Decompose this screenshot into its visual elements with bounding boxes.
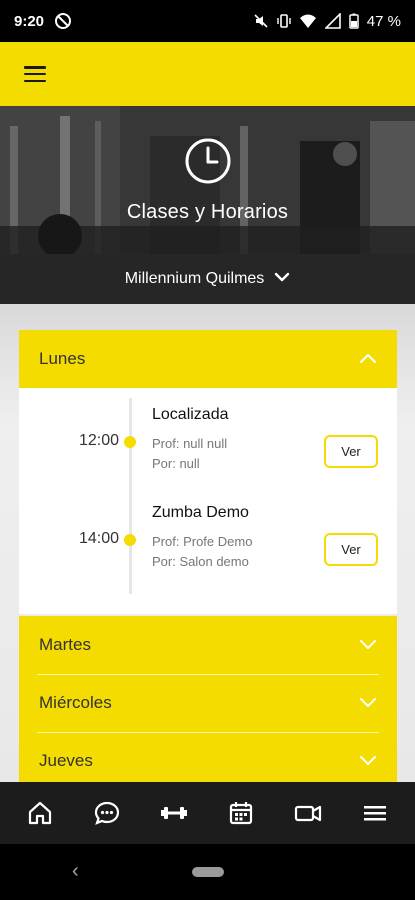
no-disturb-icon bbox=[54, 12, 72, 30]
class-professor: Prof: null null bbox=[152, 436, 228, 451]
app-header bbox=[0, 42, 415, 106]
menu-button[interactable] bbox=[24, 66, 46, 82]
class-item: 14:00 Zumba Demo Prof: Profe Demo Por: S… bbox=[19, 502, 397, 592]
class-name: Zumba Demo bbox=[152, 504, 249, 521]
hero-banner: Clases y Horarios bbox=[0, 106, 415, 254]
clock-icon bbox=[183, 136, 233, 191]
dumbbell-icon[interactable] bbox=[154, 793, 194, 833]
chevron-down-icon bbox=[359, 635, 377, 655]
day-header-miercoles[interactable]: Miércoles bbox=[19, 674, 397, 732]
calendar-icon[interactable] bbox=[221, 793, 261, 833]
home-pill[interactable] bbox=[191, 867, 224, 877]
system-nav-bar: ‹ bbox=[0, 844, 415, 900]
wifi-icon bbox=[299, 13, 317, 29]
class-details: Prof: Profe Demo Por: Salon demo bbox=[152, 532, 252, 572]
class-room: Por: null bbox=[152, 456, 200, 471]
view-class-button[interactable]: Ver bbox=[324, 533, 378, 566]
class-room: Por: Salon demo bbox=[152, 554, 249, 569]
view-class-button[interactable]: Ver bbox=[324, 435, 378, 468]
mute-icon bbox=[253, 13, 269, 29]
class-professor: Prof: Profe Demo bbox=[152, 534, 253, 549]
battery-icon bbox=[349, 13, 359, 29]
class-item: 12:00 Localizada Prof: null null Por: nu… bbox=[19, 404, 397, 494]
chevron-down-icon bbox=[274, 270, 290, 288]
chevron-down-icon bbox=[359, 751, 377, 771]
day-card-lunes: Lunes 12:00 Localizada Prof: null null P… bbox=[19, 330, 397, 614]
day-name: Martes bbox=[39, 635, 91, 654]
menu-icon[interactable] bbox=[355, 793, 395, 833]
class-name: Localizada bbox=[152, 406, 229, 423]
chevron-up-icon bbox=[359, 349, 377, 369]
battery-percent: 47 % bbox=[366, 12, 401, 30]
day-header-lunes[interactable]: Lunes bbox=[19, 330, 397, 388]
timeline-dot bbox=[124, 534, 136, 546]
chevron-down-icon bbox=[359, 693, 377, 713]
class-time: 14:00 bbox=[78, 530, 119, 547]
day-header-jueves[interactable]: Jueves bbox=[19, 732, 397, 782]
back-icon[interactable]: ‹ bbox=[72, 860, 79, 883]
day-name: Jueves bbox=[39, 751, 93, 770]
day-name: Miércoles bbox=[39, 693, 112, 712]
home-icon[interactable] bbox=[20, 793, 60, 833]
status-time: 9:20 bbox=[14, 12, 45, 30]
video-icon[interactable] bbox=[288, 793, 328, 833]
vibrate-icon bbox=[277, 13, 291, 29]
timeline-dot bbox=[124, 436, 136, 448]
location-name: Millennium Quilmes bbox=[124, 270, 265, 287]
day-name: Lunes bbox=[39, 349, 86, 368]
page-title: Clases y Horarios bbox=[126, 201, 289, 223]
signal-icon bbox=[324, 13, 341, 29]
day-header-martes[interactable]: Martes bbox=[19, 616, 397, 674]
hero-content: Clases y Horarios bbox=[0, 106, 415, 254]
schedule-content: Lunes 12:00 Localizada Prof: null null P… bbox=[0, 304, 415, 782]
status-right: 47 % bbox=[253, 13, 401, 30]
collapsed-days-list: Martes Miércoles Jueves bbox=[19, 616, 397, 782]
chat-icon[interactable] bbox=[87, 793, 127, 833]
day-classes-list: 12:00 Localizada Prof: null null Por: nu… bbox=[19, 388, 397, 614]
bottom-nav bbox=[0, 782, 415, 844]
status-bar: 9:20 47 % bbox=[0, 0, 415, 42]
location-selector[interactable]: Millennium Quilmes bbox=[0, 254, 415, 304]
class-time: 12:00 bbox=[78, 432, 119, 449]
class-details: Prof: null null Por: null bbox=[152, 434, 227, 474]
